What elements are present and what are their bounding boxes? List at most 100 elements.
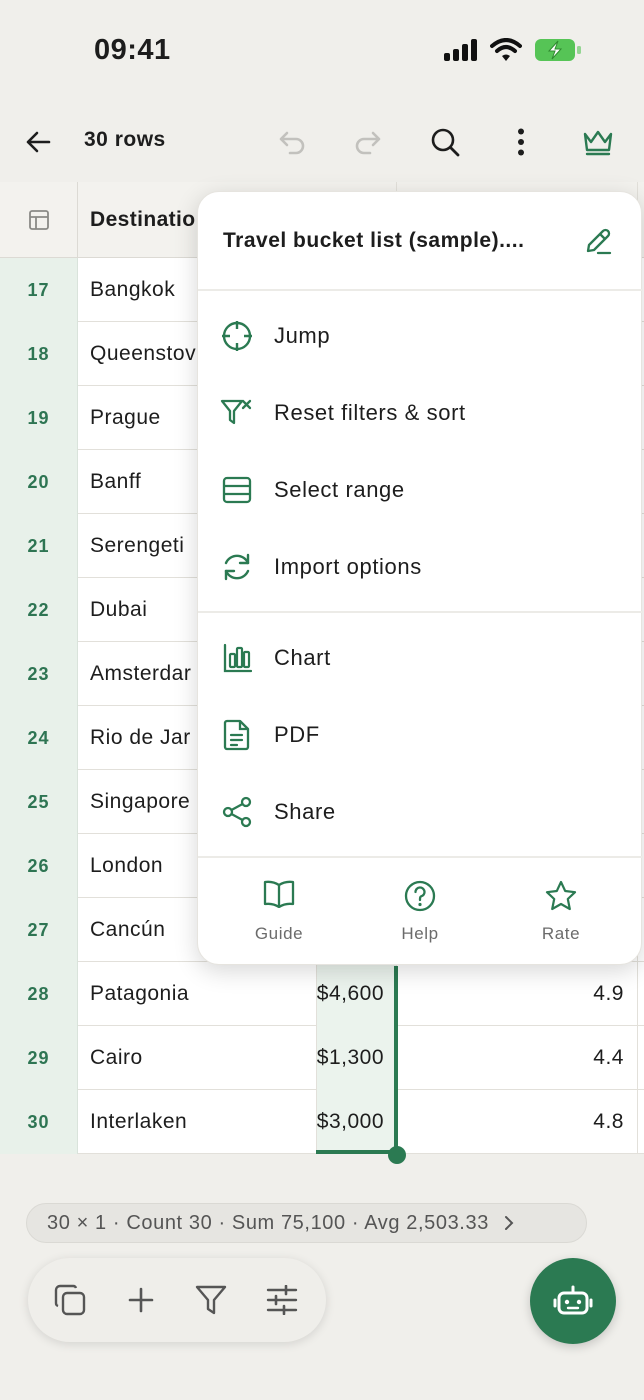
row-number[interactable]: 25 [0,770,78,834]
cell-destination[interactable]: Rio de Jar [90,706,191,770]
search-icon [431,128,460,157]
menu-item-label: Import options [274,554,422,579]
star-icon [545,880,577,911]
row-number[interactable]: 29 [0,1026,78,1090]
add-button[interactable] [119,1278,163,1322]
footer-guide-button[interactable]: Guide [219,872,339,952]
cell-cost[interactable]: $4,600 [316,962,396,1026]
row-number[interactable]: 18 [0,322,78,386]
row-number[interactable]: 20 [0,450,78,514]
redo-icon [355,131,381,155]
cell-destination[interactable]: London [90,834,163,898]
rename-button[interactable] [581,224,615,258]
cell-destination[interactable]: Bangkok [90,258,175,322]
filter-icon [195,1285,227,1315]
more-button[interactable] [499,120,543,164]
table-row[interactable]: 28 Patagonia $4,600 4.9 [0,962,644,1026]
row-number[interactable]: 26 [0,834,78,898]
selection-border [316,1150,398,1154]
cell-destination[interactable]: Serengeti [90,514,184,578]
menu-item-label: Chart [274,645,331,670]
cell-cost[interactable]: $1,300 [316,1026,396,1090]
robot-icon [553,1285,593,1315]
menu-item-chart[interactable]: Chart [198,619,643,696]
selection-summary[interactable]: 30 × 1 · Count 30 · Sum 75,100 · Avg 2,5… [26,1203,587,1243]
menu-item-label: Select range [274,477,405,502]
menu-item-pdf[interactable]: PDF [198,696,643,773]
filter-button[interactable] [189,1278,233,1322]
footer-label: Rate [541,924,581,943]
menu-item-jump[interactable]: Jump [198,297,643,374]
menu-divider [198,856,643,858]
cell-destination[interactable]: Amsterdar [90,642,191,706]
book-icon [263,880,295,908]
plus-icon [128,1287,154,1313]
row-number[interactable]: 17 [0,258,78,322]
menu-divider [198,289,643,291]
back-button[interactable] [16,120,60,164]
cell-destination[interactable]: Patagonia [90,962,189,1026]
toolbar: 30 rows [0,100,644,182]
cell-rating[interactable]: 4.9 [593,962,624,1026]
copy-button[interactable] [48,1278,92,1322]
share-icon [222,796,252,828]
cell-cost-value: $3,000 [316,1110,384,1133]
row-number[interactable]: 23 [0,642,78,706]
chart-icon [223,643,252,673]
cell-destination[interactable]: Cancún [90,898,165,962]
footer-help-button[interactable]: Help [360,872,480,952]
row-number[interactable]: 19 [0,386,78,450]
status-time: 09:41 [94,34,171,66]
premium-button[interactable] [576,120,620,164]
row-number[interactable]: 21 [0,514,78,578]
cell-destination[interactable]: Singapore [90,770,190,834]
footer-label: Guide [254,924,304,943]
cell-rating[interactable]: 4.4 [593,1026,624,1090]
cell-destination[interactable]: Interlaken [90,1090,187,1154]
table-row[interactable]: 29 Cairo $1,300 4.4 [0,1026,644,1090]
row-number[interactable]: 28 [0,962,78,1026]
cell-destination[interactable]: Cairo [90,1026,143,1090]
selection-handle[interactable] [388,1146,406,1164]
undo-icon [279,131,305,155]
status-icons [444,38,582,62]
column-header-destination[interactable]: Destinatio [90,208,196,232]
menu-item-label: Jump [274,323,331,348]
row-number[interactable]: 24 [0,706,78,770]
select-all-corner[interactable] [0,182,78,258]
cell-destination[interactable]: Banff [90,450,141,514]
sheet-menu-popup: Travel bucket list (sample).... Jump Res… [197,191,643,965]
menu-item-import-options[interactable]: Import options [198,528,643,605]
menu-item-select-range[interactable]: Select range [198,451,643,528]
footer-rate-button[interactable]: Rate [501,872,621,952]
cell-cost-value: $4,600 [316,982,384,1005]
row-number[interactable]: 22 [0,578,78,642]
document-icon [223,719,250,751]
cell-destination[interactable]: Queenstov [90,322,196,386]
chevron-right-icon [504,1216,514,1230]
row-number[interactable]: 27 [0,898,78,962]
status-bar: 09:41 [0,0,644,100]
menu-item-label: Reset filters & sort [274,400,466,425]
ai-assistant-button[interactable] [530,1258,616,1344]
cell-destination[interactable]: Prague [90,386,161,450]
crown-icon [583,130,613,156]
search-button[interactable] [423,120,467,164]
bottom-action-bar [28,1258,326,1342]
summary-text: 30 × 1 · Count 30 · Sum 75,100 · Avg 2,5… [47,1211,489,1234]
selection-border [394,966,398,1154]
table-row[interactable]: 30 Interlaken $3,000 4.8 [0,1090,644,1154]
sheet-title: Travel bucket list (sample).... [223,229,525,252]
cell-cost[interactable]: $3,000 [316,1090,396,1154]
undo-button[interactable] [270,120,314,164]
redo-button[interactable] [346,120,390,164]
cell-destination[interactable]: Dubai [90,578,147,642]
menu-item-share[interactable]: Share [198,773,643,850]
menu-item-reset-filters[interactable]: Reset filters & sort [198,374,643,451]
row-number[interactable]: 30 [0,1090,78,1154]
arrow-left-icon [26,131,51,153]
cell-cost-value: $1,300 [316,1046,384,1069]
cell-rating[interactable]: 4.8 [593,1090,624,1154]
adjust-button[interactable] [260,1278,304,1322]
menu-item-label: Share [274,799,336,824]
